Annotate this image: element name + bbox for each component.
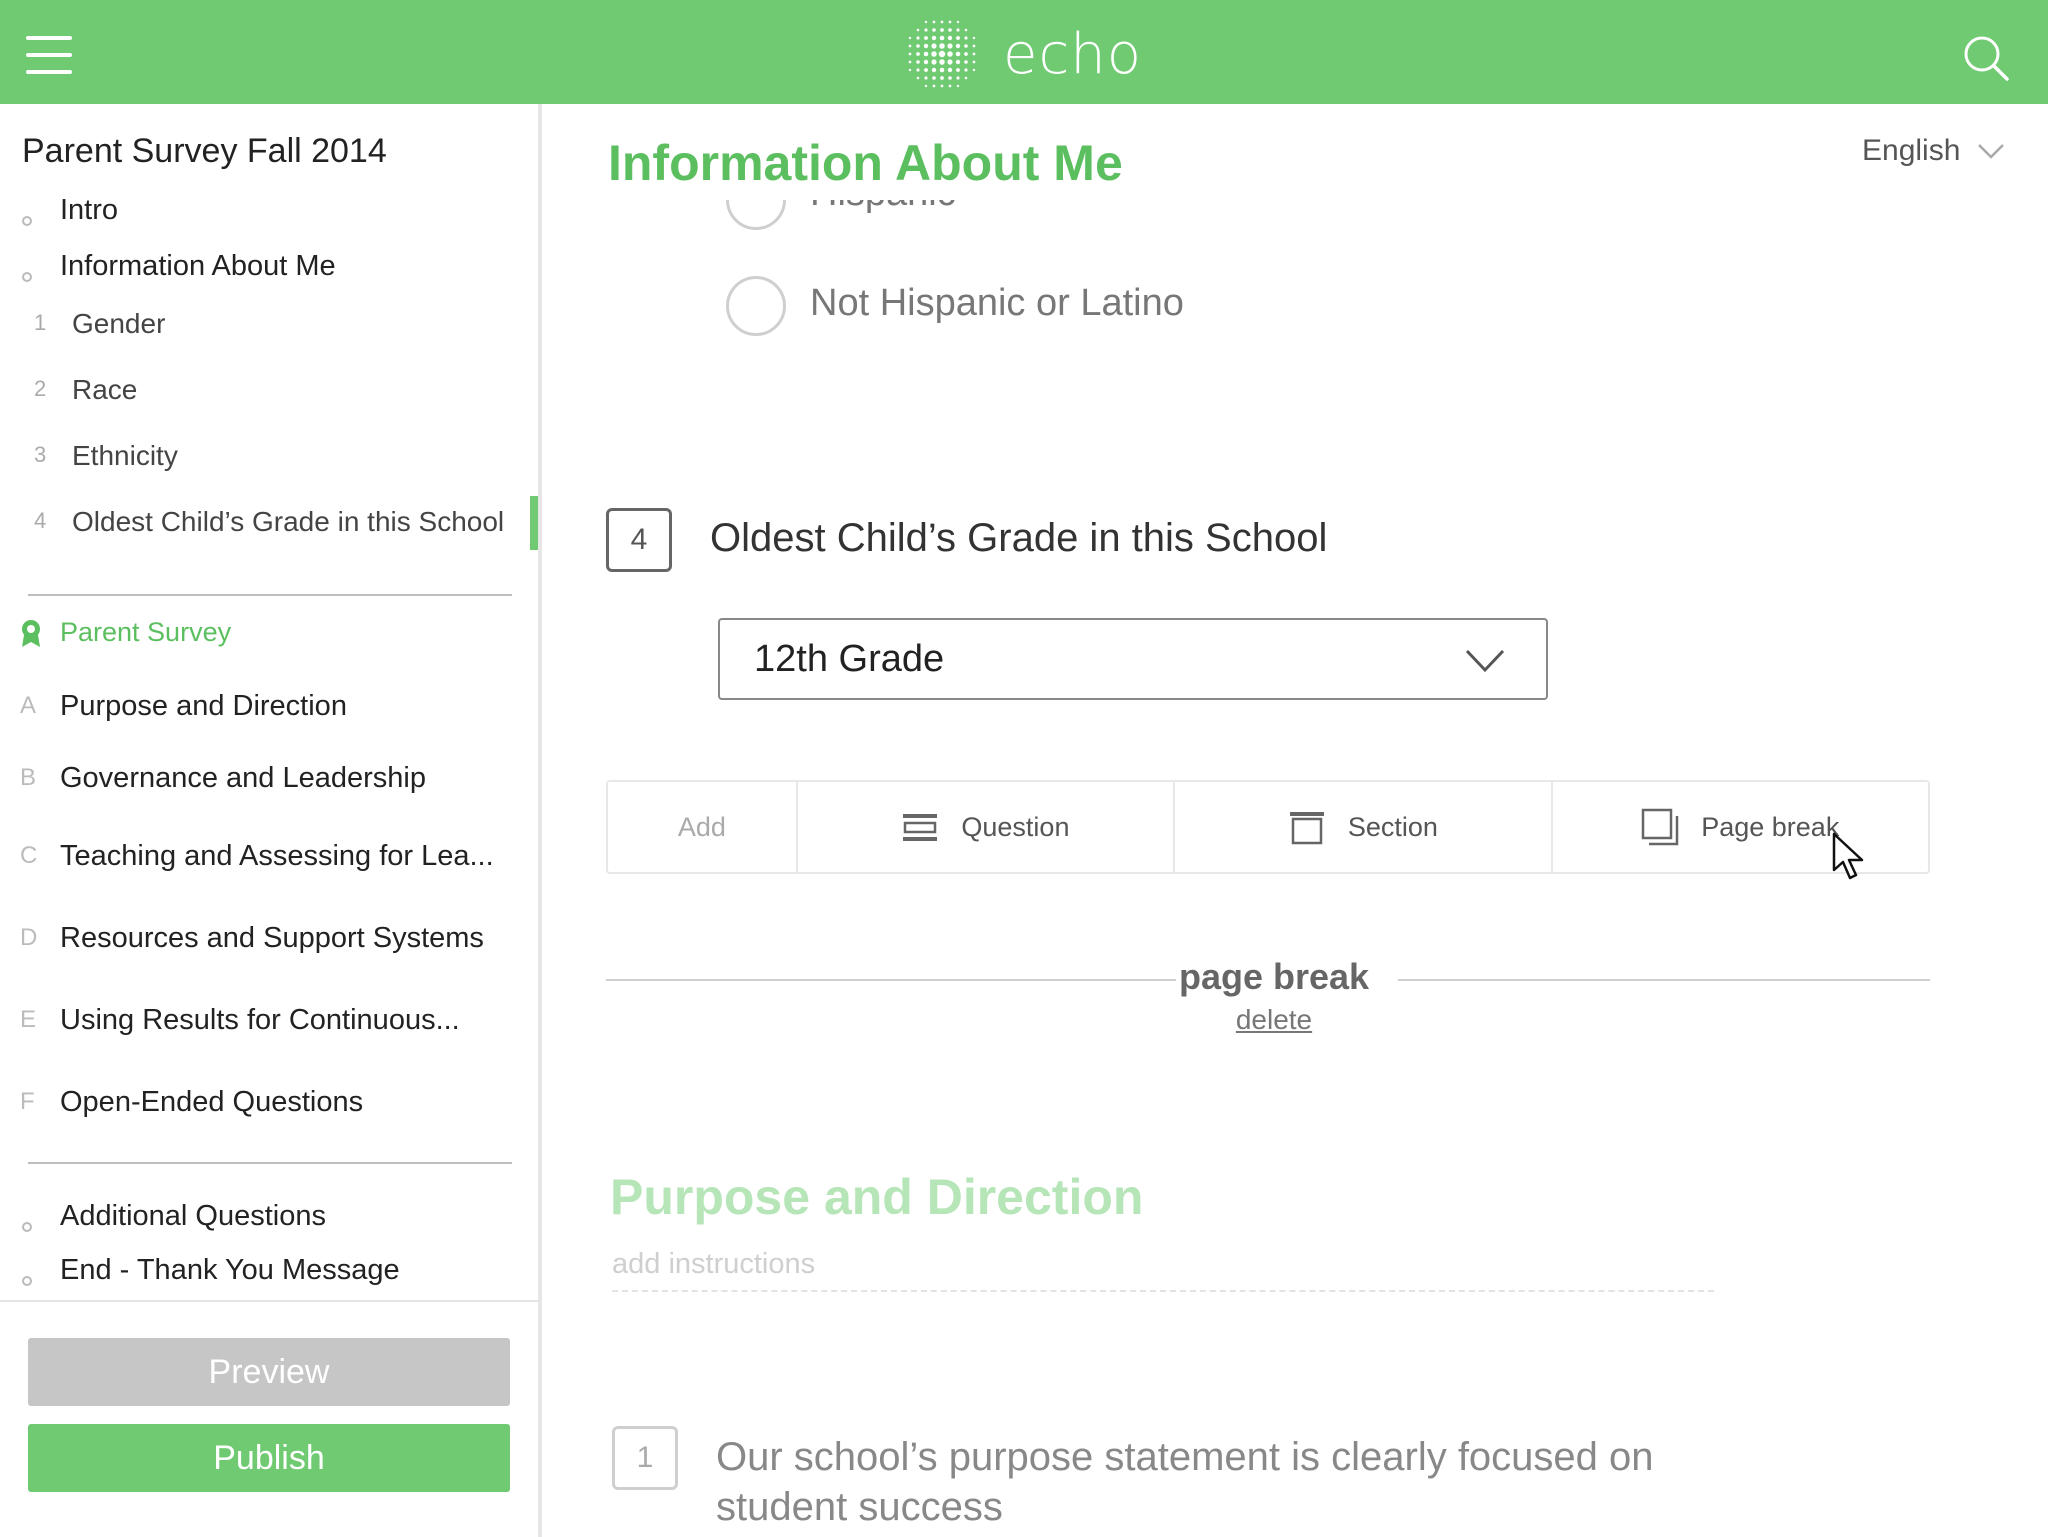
echo-logo[interactable]: echo	[905, 14, 1142, 94]
bullet-icon	[22, 206, 32, 232]
search-icon[interactable]	[1962, 34, 2010, 82]
add-question-button[interactable]: Question	[798, 782, 1176, 872]
add-page-break-label: Page break	[1701, 811, 1840, 842]
sidebar-group-label: Parent Survey	[60, 617, 232, 647]
hamburger-menu-icon[interactable]	[26, 36, 72, 76]
section-letter: E	[20, 1006, 37, 1033]
question-icon	[903, 814, 938, 841]
question-number: 1	[34, 310, 47, 335]
sidebar: Parent Survey Fall 2014 Intro Informatio…	[0, 104, 542, 1537]
sidebar-item-label: Governance and Leadership	[60, 762, 426, 794]
add-toolbar: Add Question Section Page break	[606, 780, 1930, 874]
preview-button[interactable]: Preview	[28, 1338, 510, 1406]
add-instructions-field[interactable]: add instructions	[612, 1248, 1714, 1292]
language-label: English	[1862, 134, 1961, 167]
sidebar-item-label: Purpose and Direction	[60, 690, 347, 722]
echo-logo-mark-icon	[908, 20, 976, 88]
main-editor: Hispanic Information About Me English No…	[542, 104, 2048, 1537]
question-number-badge: 1	[612, 1426, 678, 1490]
top-bar: echo	[0, 0, 2048, 104]
chevron-down-icon	[1465, 649, 1505, 673]
question-number: 2	[34, 376, 47, 401]
sidebar-question-label: Race	[72, 374, 138, 405]
divider	[28, 594, 512, 596]
radio-option-not-hispanic[interactable]: Not Hispanic or Latino	[726, 276, 1184, 336]
sidebar-actions: Preview Publish	[0, 1300, 538, 1537]
sidebar-question-label: Oldest Child’s Grade in this School	[72, 506, 505, 537]
section-letter: C	[20, 842, 38, 869]
survey-title: Parent Survey Fall 2014	[22, 132, 387, 170]
add-label-cell: Add	[608, 782, 798, 872]
section-title: Information About Me	[608, 135, 1123, 191]
sidebar-item-label: Open-Ended Questions	[60, 1086, 364, 1118]
radio-button[interactable]	[726, 276, 786, 336]
add-section-button[interactable]: Section	[1175, 782, 1553, 872]
sidebar-item-label: Using Results for Continuous...	[60, 1004, 460, 1036]
sidebar-item-label: Additional Questions	[60, 1200, 326, 1232]
ribbon-badge-icon	[22, 620, 40, 647]
mouse-pointer-icon	[1832, 832, 1864, 880]
page-break-line	[606, 979, 1176, 981]
section-letter: B	[20, 764, 37, 791]
section-letter: D	[20, 924, 38, 951]
active-item-indicator	[530, 496, 538, 550]
sidebar-item-label: End - Thank You Message	[60, 1254, 400, 1286]
sidebar-item-label: Resources and Support Systems	[60, 922, 484, 954]
grade-select[interactable]: 12th Grade	[718, 618, 1548, 700]
page-break-delete-link[interactable]: delete	[1176, 1004, 1372, 1036]
bullet-icon	[22, 1266, 32, 1292]
sidebar-item-label: Teaching and Assessing for Lea...	[60, 840, 494, 872]
section-title[interactable]: Purpose and Direction	[610, 1168, 1143, 1226]
add-section-label: Section	[1347, 811, 1438, 842]
add-page-break-button[interactable]: Page break	[1553, 782, 1928, 872]
page-break-icon	[1641, 808, 1679, 846]
add-label: Add	[677, 811, 726, 842]
sidebar-question-label: Ethnicity	[72, 440, 178, 471]
bullet-icon	[22, 1212, 32, 1238]
sidebar-item-label: Intro	[60, 194, 119, 226]
page-break-line	[1398, 979, 1930, 981]
question-number: 3	[34, 442, 47, 467]
divider	[28, 1162, 512, 1164]
chevron-down-icon	[1978, 144, 2005, 159]
publish-button[interactable]: Publish	[28, 1424, 510, 1492]
section-icon	[1289, 812, 1324, 845]
question-text[interactable]: Our school’s purpose statement is clearl…	[716, 1432, 1716, 1532]
sidebar-item-label: Information About Me	[60, 250, 336, 282]
question-number-badge: 4	[606, 508, 672, 572]
logo-text: echo	[1003, 21, 1142, 87]
add-question-label: Question	[961, 811, 1070, 842]
section-letter: A	[20, 692, 37, 719]
radio-option-label: Not Hispanic or Latino	[810, 282, 1184, 324]
section-letter: F	[20, 1088, 35, 1115]
language-selector[interactable]: English	[1862, 134, 2006, 168]
page-break-title: page break	[1178, 956, 1370, 997]
sidebar-question-label: Gender	[72, 308, 166, 339]
bullet-icon	[22, 262, 32, 288]
question-text[interactable]: Oldest Child’s Grade in this School	[710, 516, 1327, 561]
question-number: 4	[34, 508, 47, 533]
select-value: 12th Grade	[754, 637, 945, 680]
